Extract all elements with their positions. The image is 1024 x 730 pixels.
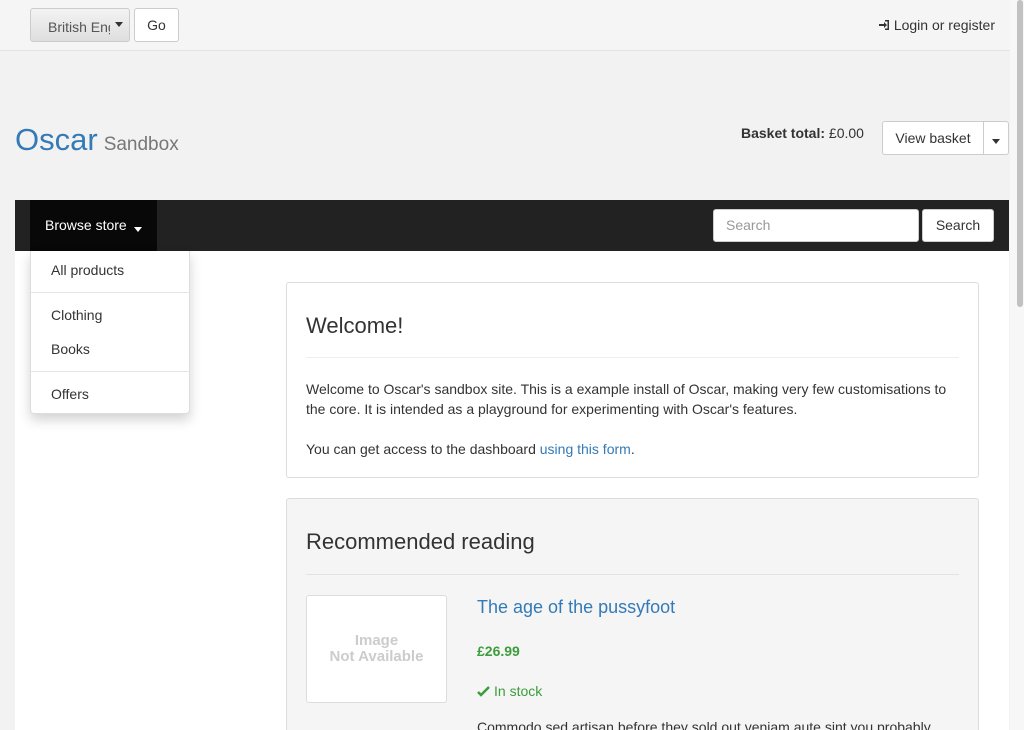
- scrollbar-thumb[interactable]: [1017, 0, 1023, 307]
- language-select-toggle[interactable]: [107, 9, 129, 41]
- sign-in-icon: [878, 20, 889, 30]
- basket-button-group: View basket: [882, 121, 1009, 155]
- search-input[interactable]: Search: [713, 209, 919, 242]
- welcome-intro: Welcome to Oscar's sandbox site. This is…: [306, 381, 947, 417]
- checkmark-icon: [477, 685, 490, 697]
- welcome-body: Welcome to Oscar's sandbox site. This is…: [306, 358, 959, 459]
- product-description: Commodo sed artisan before they sold out…: [477, 719, 931, 730]
- menu-item-offers[interactable]: Offers: [31, 381, 189, 407]
- basket-total-value: £0.00: [828, 125, 864, 141]
- menu-item-all-products[interactable]: All products: [31, 257, 189, 283]
- brand-name: Oscar: [15, 122, 98, 157]
- product-title-link[interactable]: The age of the pussyfoot: [477, 597, 675, 618]
- menu-item-clothing[interactable]: Clothing: [31, 302, 189, 328]
- welcome-panel: Welcome! Welcome to Oscar's sandbox site…: [286, 282, 979, 478]
- basket-total: Basket total: £0.00: [741, 125, 864, 141]
- browse-store-label: Browse store: [45, 217, 127, 233]
- chevron-down-icon: [115, 22, 123, 27]
- dashboard-access-suffix: .: [630, 441, 635, 457]
- language-select-value: British English: [48, 19, 110, 35]
- menu-divider: [31, 292, 189, 293]
- menu-item-books[interactable]: Books: [31, 336, 189, 362]
- search-button[interactable]: Search: [922, 209, 994, 242]
- stock-status: In stock: [477, 683, 542, 699]
- view-basket-button[interactable]: View basket: [882, 121, 984, 155]
- login-register-label: Login or register: [893, 17, 995, 33]
- product-price: £26.99: [477, 643, 520, 659]
- dashboard-access-text: You can get access to the dashboard usin…: [306, 439, 959, 459]
- dashboard-access-prefix: You can get access to the dashboard: [306, 441, 540, 457]
- brand-tagline: Sandbox: [103, 134, 179, 155]
- stock-status-label: In stock: [494, 683, 543, 699]
- basket-total-label: Basket total:: [741, 125, 826, 141]
- language-select[interactable]: British English: [30, 8, 130, 42]
- image-placeholder-line2: Not Available: [329, 648, 424, 665]
- main-navbar: Browse store Search Search: [15, 200, 1009, 251]
- recommended-panel: Recommended reading Image Not Available …: [286, 498, 979, 730]
- welcome-title: Welcome!: [306, 283, 959, 358]
- search-placeholder: Search: [726, 217, 771, 233]
- recommended-title: Recommended reading: [306, 499, 959, 575]
- browse-store-menu: All products Clothing Books Offers: [30, 251, 190, 414]
- chevron-down-icon: [134, 227, 142, 232]
- language-go-button[interactable]: Go: [134, 8, 179, 42]
- product-image[interactable]: Image Not Available: [306, 595, 447, 703]
- chevron-down-icon: [992, 139, 1000, 144]
- dashboard-form-link[interactable]: using this form: [540, 441, 631, 457]
- basket-dropdown-toggle[interactable]: [984, 121, 1009, 155]
- site-brand[interactable]: Oscar Sandbox: [15, 122, 179, 158]
- login-register-link[interactable]: Login or register: [878, 17, 995, 33]
- browse-store-button[interactable]: Browse store: [30, 200, 157, 251]
- image-placeholder-line1: Image: [354, 632, 399, 649]
- top-bar: British English Go Login or register: [0, 0, 1010, 51]
- menu-divider: [31, 371, 189, 372]
